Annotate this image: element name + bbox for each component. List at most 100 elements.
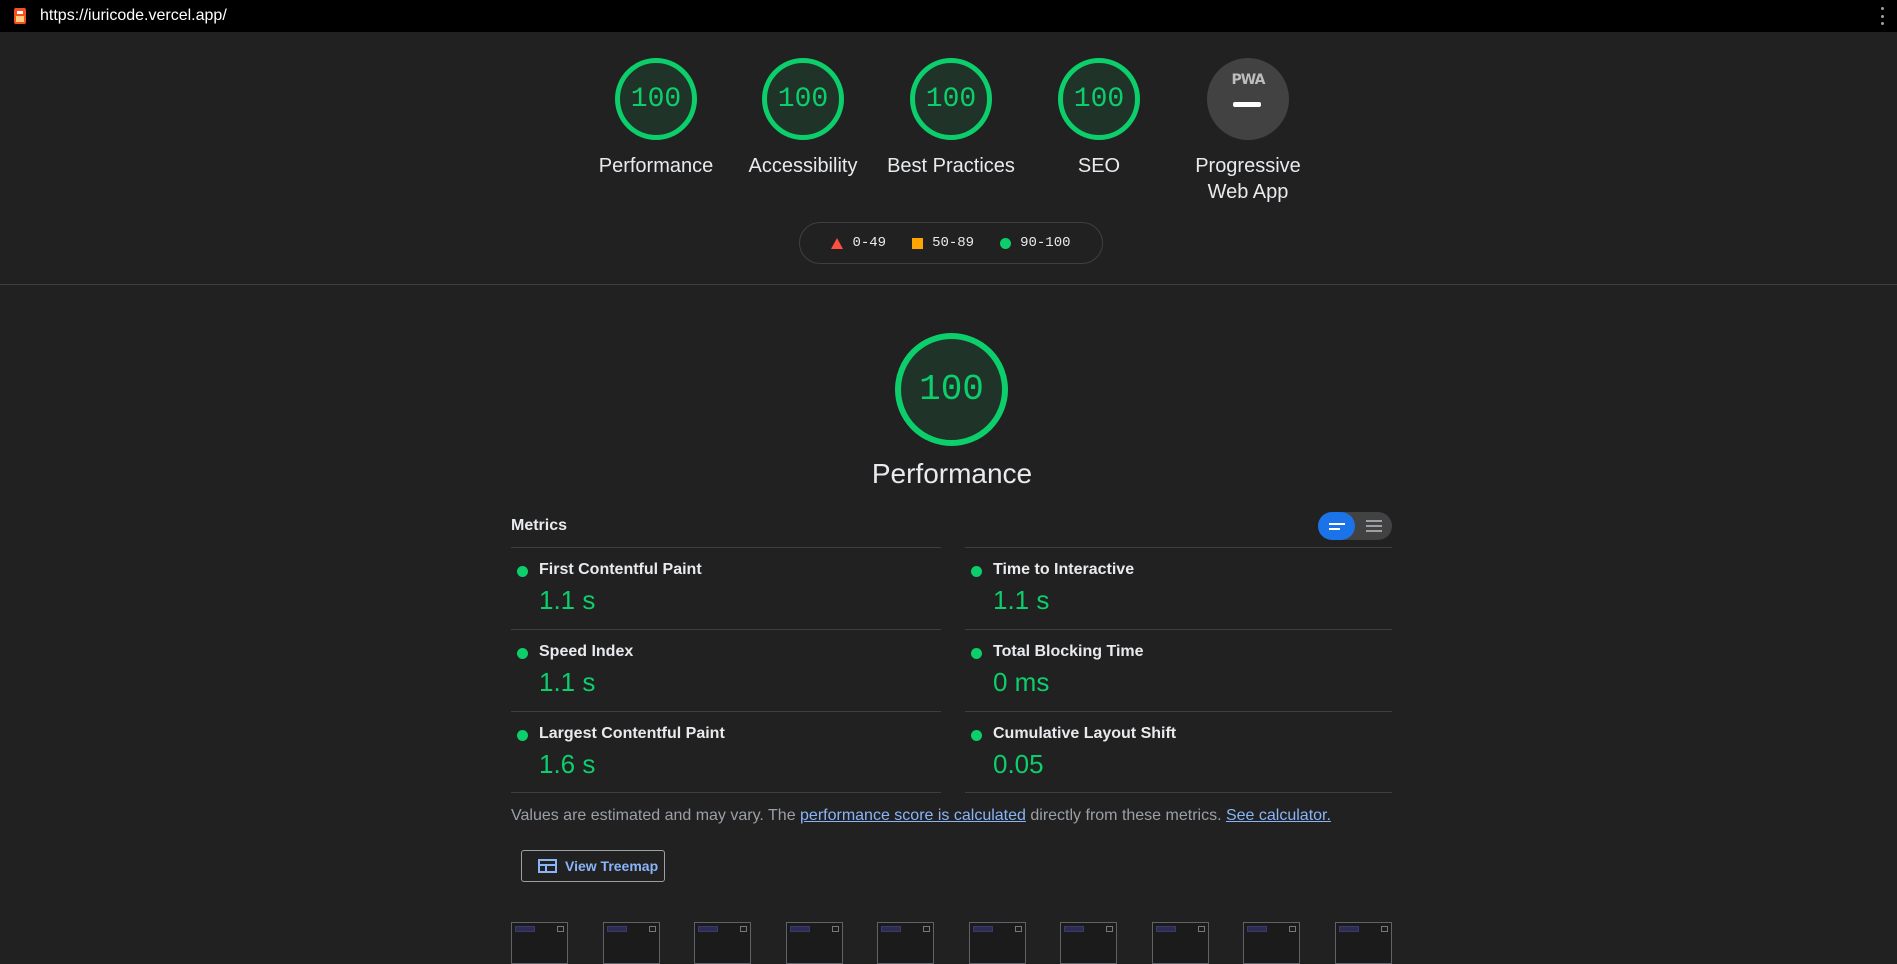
pwa-badge-text: PWA [1231,72,1266,88]
metrics-view-toggle[interactable] [1318,512,1392,540]
score-legend: 0-49 50-89 90-100 [799,222,1103,264]
performance-score-gauge: 100 [895,333,1008,446]
metric-first-contentful-paint: First Contentful Paint 1.1 s [511,547,941,629]
performance-score: 100 [919,369,984,410]
frame-logo-icon [515,926,535,932]
green-circle-icon [517,730,528,741]
metric-value: 0.05 [993,749,1044,779]
filmstrip-frame [1335,922,1392,964]
filmstrip-frame [1060,922,1117,964]
pwa-badge-icon: PWA [1207,58,1289,140]
gauge-label: SEO [1077,155,1121,177]
frame-logo-icon [973,926,993,932]
frame-logo-icon [1156,926,1176,932]
metric-largest-contentful-paint: Largest Contentful Paint 1.6 s [511,711,941,793]
legend-fail: 0-49 [831,235,886,251]
filmstrip-frame [1152,922,1209,964]
treemap-icon [538,859,557,873]
frame-menu-icon [1106,926,1113,932]
green-circle-icon [971,730,982,741]
compact-view-icon[interactable] [1318,512,1355,540]
score-value: 100 [630,83,682,115]
score-value: 100 [777,83,829,115]
green-circle-icon [517,648,528,659]
score-ring: 100 [762,58,844,140]
gauge-label: Progressive Web App [1195,155,1301,203]
frame-menu-icon [740,926,747,932]
metric-label: First Contentful Paint [539,561,702,578]
frame-menu-icon [923,926,930,932]
green-circle-icon [971,566,982,577]
metric-label: Time to Interactive [993,561,1135,578]
metric-time-to-interactive: Time to Interactive 1.1 s [965,547,1392,629]
frame-logo-icon [1247,926,1267,932]
metric-label: Speed Index [539,643,634,660]
metric-label: Cumulative Layout Shift [993,725,1177,742]
category-gauges: 100 Performance 100 Accessibility 100 Be… [0,58,1897,208]
orange-square-icon [912,237,924,249]
metric-total-blocking-time: Total Blocking Time 0 ms [965,629,1392,711]
expanded-view-icon[interactable] [1355,512,1392,540]
frame-menu-icon [649,926,656,932]
metric-cumulative-layout-shift: Cumulative Layout Shift 0.05 [965,711,1392,793]
frame-logo-icon [698,926,718,932]
frame-logo-icon [1339,926,1359,932]
frame-logo-icon [607,926,627,932]
green-circle-icon [1000,237,1012,249]
score-value: 100 [1073,83,1125,115]
metrics-note: Values are estimated and may vary. The p… [511,807,1331,824]
section-divider [0,284,1897,285]
green-circle-icon [517,566,528,577]
score-ring: 100 [615,58,697,140]
see-calculator-link[interactable]: See calculator. [1226,807,1331,824]
filmstrip-frame [786,922,843,964]
site-favicon-icon [14,8,26,24]
gauge-pwa[interactable]: PWA Progressive Web App [1178,58,1318,205]
score-calculation-link[interactable]: performance score is calculated [800,807,1026,824]
metrics-grid: First Contentful Paint 1.1 s Time to Int… [511,547,1392,793]
metric-label: Largest Contentful Paint [539,725,725,742]
filmstrip-frame [511,922,568,964]
metric-value: 0 ms [993,667,1050,697]
gauge-best-practices[interactable]: 100 Best Practices [881,58,1021,179]
green-circle-icon [971,648,982,659]
gauge-accessibility[interactable]: 100 Accessibility [733,58,873,179]
metric-value: 1.1 s [539,585,596,615]
score-value: 100 [925,83,977,115]
view-treemap-button[interactable]: View Treemap [521,850,665,882]
address-url[interactable]: https://iuricode.vercel.app/ [40,7,227,25]
gauge-label: Best Practices [887,155,1015,177]
frame-logo-icon [881,926,901,932]
score-ring: 100 [1058,58,1140,140]
more-options-icon[interactable] [1879,7,1885,25]
gauge-seo[interactable]: 100 SEO [1029,58,1169,179]
filmstrip-frame [969,922,1026,964]
filmstrip-frame [877,922,934,964]
metric-value: 1.1 s [993,585,1050,615]
gauge-label: Accessibility [748,155,858,177]
filmstrip-frame [603,922,660,964]
frame-menu-icon [1198,926,1205,932]
frame-menu-icon [557,926,564,932]
pwa-dash-icon [1233,102,1261,107]
performance-title: Performance [871,458,1033,489]
gauge-label: Performance [598,155,714,177]
view-treemap-label: View Treemap [565,858,659,874]
score-ring: 100 [910,58,992,140]
metrics-heading: Metrics [511,517,568,534]
filmstrip-frame [694,922,751,964]
gauge-performance[interactable]: 100 Performance [586,58,726,179]
metric-value: 1.1 s [539,667,596,697]
metric-value: 1.6 s [539,749,596,779]
screenshot-filmstrip [511,922,1392,964]
filmstrip-frame [1243,922,1300,964]
legend-pass: 90-100 [1000,235,1071,251]
frame-menu-icon [1381,926,1388,932]
metric-label: Total Blocking Time [993,643,1144,660]
browser-top-bar: https://iuricode.vercel.app/ [0,0,1897,32]
frame-menu-icon [1289,926,1296,932]
frame-logo-icon [1064,926,1084,932]
frame-menu-icon [832,926,839,932]
frame-menu-icon [1015,926,1022,932]
frame-logo-icon [790,926,810,932]
